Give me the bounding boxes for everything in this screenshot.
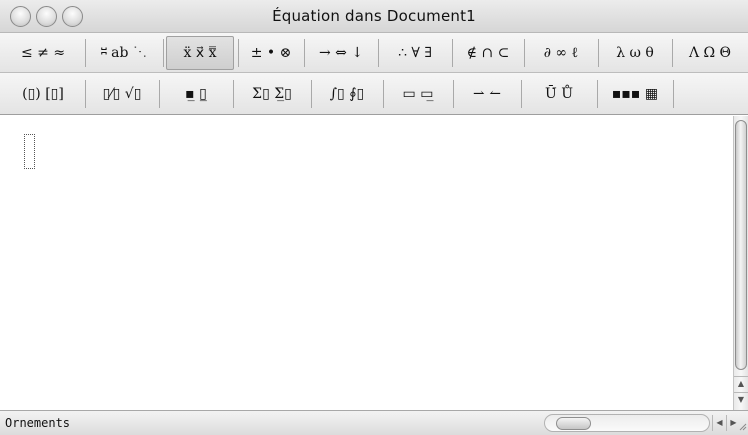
embellishments-button[interactable]: ẍ x⃗ x̿	[166, 36, 234, 70]
labeled-arrow-templates-button[interactable]: ⇀ ↼	[456, 77, 518, 111]
greek-lowercase-button[interactable]: λ ω θ	[601, 36, 669, 70]
misc-symbols-button[interactable]: ∂ ∞ ℓ	[527, 36, 595, 70]
equation-editing-area[interactable]	[0, 116, 733, 410]
integral-templates-button[interactable]: ∫▯ ∮▯	[314, 77, 380, 111]
summation-templates-button[interactable]: Σ▯ Σ̲▯	[236, 77, 308, 111]
title-bar: Équation dans Document1	[0, 0, 748, 33]
relational-symbols-button[interactable]: ≤ ≠ ≈	[4, 36, 82, 70]
palette-divider	[163, 39, 164, 67]
vertical-scroll-thumb[interactable]	[735, 120, 747, 370]
status-text: Ornements	[5, 416, 71, 430]
template-palette-row: (▯) [▯] ▯⁄▯ √▯ ▪̲ ▯̲ Σ▯ Σ̲▯ ∫▯ ∮▯ ▭ ▭̲ ⇀…	[0, 73, 748, 115]
horizontal-scroll-thumb[interactable]	[556, 417, 591, 430]
palette-divider	[453, 80, 454, 108]
vertical-scrollbar[interactable]: ▲ ▼	[733, 116, 748, 410]
set-theory-symbols-button[interactable]: ∉ ∩ ⊂	[455, 36, 521, 70]
up-arrow-icon[interactable]: ▲	[734, 376, 748, 390]
products-set-templates-button[interactable]: Ū̇ Ů	[524, 77, 594, 111]
palette-divider	[238, 39, 239, 67]
palette-divider	[304, 39, 305, 67]
palette-divider	[159, 80, 160, 108]
right-arrow-icon[interactable]: ▶	[726, 415, 740, 431]
greek-uppercase-button[interactable]: Λ Ω Θ	[675, 36, 745, 70]
palette-divider	[597, 80, 598, 108]
fence-templates-button[interactable]: (▯) [▯]	[4, 77, 82, 111]
symbol-palette-row: ≤ ≠ ≈ ⎶ ab ⋱ ẍ x⃗ x̿ ± • ⊗ → ⇔ ↓ ∴ ∀ ∃ ∉…	[0, 33, 748, 73]
empty-slot-placeholder[interactable]	[24, 134, 35, 169]
palette-divider	[521, 80, 522, 108]
window-title: Équation dans Document1	[272, 7, 476, 25]
palette-divider	[311, 80, 312, 108]
palette-divider	[598, 39, 599, 67]
matrix-templates-button[interactable]: ▪▪▪ ▦	[600, 77, 670, 111]
spaces-ellipses-button[interactable]: ⎶ ab ⋱	[88, 36, 160, 70]
palette-divider	[233, 80, 234, 108]
subscript-superscript-templates-button[interactable]: ▪̲ ▯̲	[162, 77, 230, 111]
palette-divider	[673, 80, 674, 108]
status-bar: Ornements ◀ ▶	[0, 410, 748, 435]
horizontal-scrollbar[interactable]	[544, 414, 710, 432]
palette-divider	[672, 39, 673, 67]
palette-divider	[383, 80, 384, 108]
logical-symbols-button[interactable]: ∴ ∀ ∃	[381, 36, 449, 70]
left-arrow-icon[interactable]: ◀	[712, 415, 726, 431]
arrow-symbols-button[interactable]: → ⇔ ↓	[307, 36, 375, 70]
palette-divider	[85, 80, 86, 108]
palette-divider	[85, 39, 86, 67]
palette-divider	[524, 39, 525, 67]
down-arrow-icon[interactable]: ▼	[734, 392, 748, 406]
palette-divider	[378, 39, 379, 67]
palette-divider	[452, 39, 453, 67]
underbar-overbar-templates-button[interactable]: ▭ ▭̲	[386, 77, 450, 111]
fraction-radical-templates-button[interactable]: ▯⁄▯ √▯	[88, 77, 156, 111]
operator-symbols-button[interactable]: ± • ⊗	[241, 36, 301, 70]
resize-grip-icon[interactable]	[739, 418, 747, 433]
